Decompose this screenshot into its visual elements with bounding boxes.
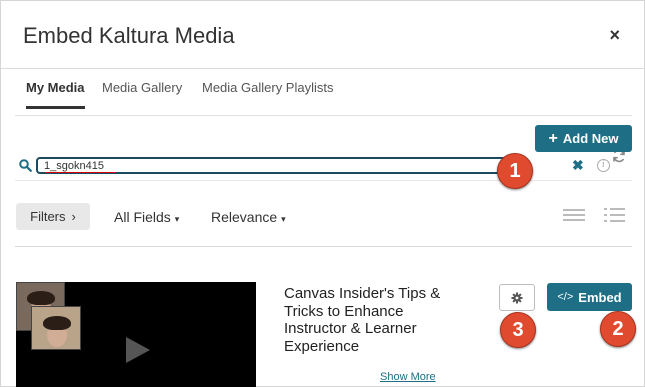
list-view-icon[interactable] — [562, 206, 586, 224]
detailed-view-icon[interactable] — [603, 206, 627, 224]
filters-divider — [15, 246, 632, 247]
clear-search-icon[interactable]: ✖ — [572, 157, 584, 174]
annotation-badge-1: 1 — [497, 153, 533, 189]
tab-media-gallery[interactable]: Media Gallery — [102, 80, 182, 109]
tab-media-gallery-playlists[interactable]: Media Gallery Playlists — [202, 80, 334, 109]
close-icon[interactable]: × — [609, 25, 620, 46]
search-input[interactable] — [36, 157, 516, 174]
chevron-right-icon: › — [71, 209, 76, 224]
filters-button[interactable]: Filters › — [16, 203, 90, 230]
sort-dropdown-label: Relevance — [211, 209, 278, 225]
gear-icon — [511, 292, 523, 303]
tab-bar: My Media Media Gallery Media Gallery Pla… — [1, 69, 645, 163]
dialog-header: Embed Kaltura Media × — [1, 1, 645, 69]
embed-label: Embed — [578, 289, 622, 305]
info-icon[interactable]: i — [597, 159, 610, 172]
search-icon — [19, 159, 32, 172]
media-title[interactable]: Canvas Insider's Tips & Tricks to Enhanc… — [284, 285, 454, 355]
tabs-divider — [15, 115, 632, 116]
field-dropdown-label: All Fields — [114, 209, 171, 225]
filters-label: Filters — [30, 209, 66, 224]
annotation-badge-3: 3 — [500, 312, 536, 348]
search-bar: ✖ i — [15, 153, 632, 181]
chevron-down-icon: ▾ — [174, 214, 180, 224]
chevron-down-icon: ▾ — [281, 214, 286, 224]
embed-button[interactable]: </> Embed — [547, 283, 632, 311]
media-thumbnail[interactable] — [16, 282, 256, 387]
sort-dropdown[interactable]: Relevance ▾ — [211, 209, 286, 225]
settings-button[interactable] — [499, 284, 535, 311]
add-new-label: Add New — [562, 131, 619, 146]
dialog-title: Embed Kaltura Media — [23, 23, 235, 48]
code-icon: </> — [557, 291, 574, 303]
webcam-image — [31, 306, 81, 350]
plus-icon: + — [548, 129, 558, 147]
embed-dialog: Embed Kaltura Media × My Media Media Gal… — [0, 0, 645, 387]
tab-my-media[interactable]: My Media — [26, 80, 85, 109]
annotation-badge-2: 2 — [600, 311, 636, 347]
show-more-link[interactable]: Show More — [380, 371, 436, 383]
add-new-button[interactable]: + Add New — [535, 125, 632, 152]
play-icon[interactable] — [126, 337, 150, 363]
field-dropdown[interactable]: All Fields ▾ — [114, 209, 179, 225]
